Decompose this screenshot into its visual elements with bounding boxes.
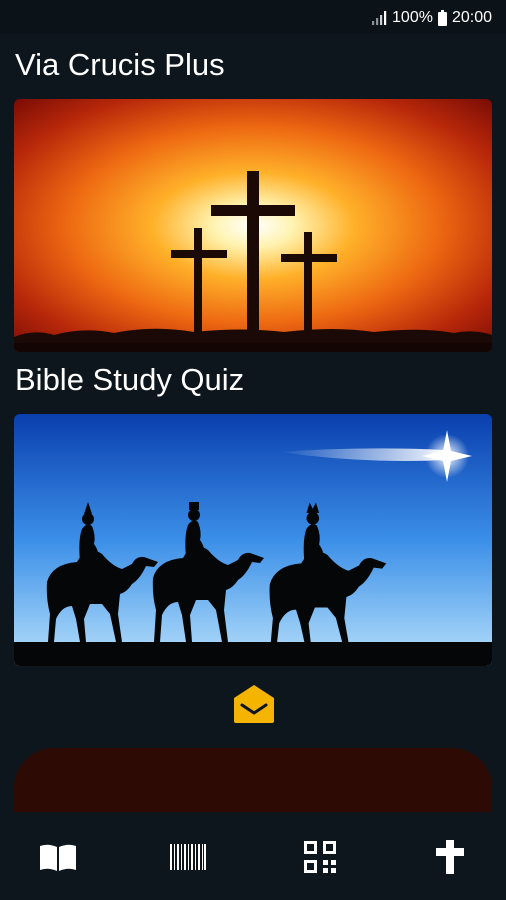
three-wise-men-camels-image bbox=[14, 414, 492, 666]
section-title-bible-quiz: Bible Study Quiz bbox=[15, 362, 245, 397]
mail-button[interactable] bbox=[231, 683, 277, 723]
nav-bible-button[interactable] bbox=[36, 840, 80, 874]
nav-barcode-button[interactable] bbox=[166, 840, 210, 874]
book-icon bbox=[40, 844, 76, 871]
nav-cross-button[interactable] bbox=[428, 840, 472, 874]
status-bar: 100% 20:00 bbox=[0, 0, 506, 34]
via-crucis-card[interactable] bbox=[14, 99, 492, 352]
three-crosses-sunset-image bbox=[14, 99, 492, 352]
clock: 20:00 bbox=[451, 9, 492, 26]
barcode-icon bbox=[170, 844, 206, 870]
cross-icon bbox=[436, 840, 464, 874]
signal-icon bbox=[372, 11, 387, 25]
nav-qr-button[interactable] bbox=[298, 840, 342, 874]
status-icons: 100% 20:00 bbox=[371, 7, 492, 29]
bible-quiz-card[interactable] bbox=[14, 414, 492, 666]
qr-code-icon bbox=[304, 841, 336, 873]
battery-icon bbox=[437, 10, 447, 26]
envelope-open-icon bbox=[234, 685, 274, 723]
battery-percent: 100% bbox=[392, 9, 433, 26]
bottom-navigation bbox=[0, 812, 506, 900]
promo-panel[interactable] bbox=[14, 748, 492, 812]
section-title-via-crucis: Via Crucis Plus bbox=[15, 47, 225, 82]
